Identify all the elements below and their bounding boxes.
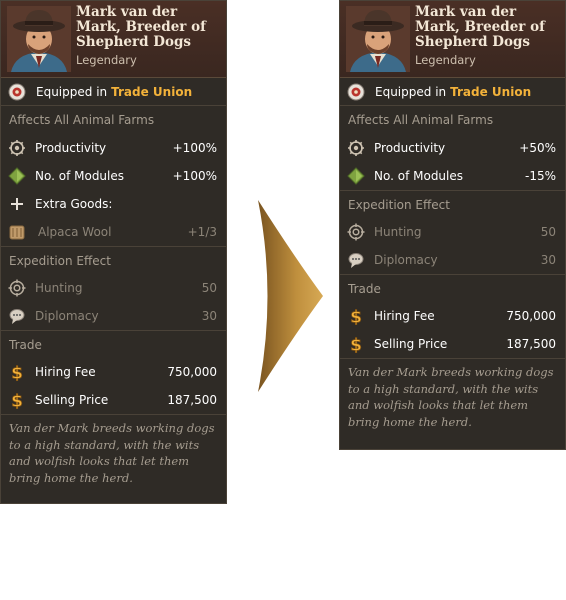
expedition-label: Hunting <box>35 281 83 295</box>
flavor-description: Van der Mark breeds working dogs to a hi… <box>1 414 226 486</box>
diplomacy-icon <box>8 307 26 325</box>
specialist-card-after: Mark van der Mark, Breeder of Shepherd D… <box>339 0 566 450</box>
card-header: Mark van der Mark, Breeder of Shepherd D… <box>1 1 226 78</box>
stat-label: No. of Modules <box>35 169 125 183</box>
equipped-label: Equipped in <box>375 84 447 99</box>
expedition-row-hunting: Hunting 50 <box>1 274 226 302</box>
trade-row-hiring-fee: Hiring Fee 750,000 <box>340 302 565 330</box>
extra-goods-label: Extra Goods: <box>35 197 113 211</box>
equipped-target: Trade Union <box>111 84 193 99</box>
modules-diamond-icon <box>347 167 365 185</box>
extra-good-label: Alpaca Wool <box>38 225 112 239</box>
productivity-gear-icon <box>347 139 365 157</box>
stat-value: +100% <box>172 169 217 183</box>
trade-value: 187,500 <box>506 337 556 351</box>
stat-value: -15% <box>524 169 556 183</box>
specialist-name: Mark van der Mark, Breeder of Shepherd D… <box>415 4 545 50</box>
trade-row-hiring-fee: Hiring Fee 750,000 <box>1 358 226 386</box>
extra-good-value: +1/3 <box>187 225 217 239</box>
dollar-icon <box>8 363 26 381</box>
stat-row-modules: No. of Modules +100% <box>1 162 226 190</box>
equipped-row: Equipped in Trade Union <box>1 78 226 106</box>
portrait-avatar <box>7 6 71 72</box>
dollar-icon <box>347 307 365 325</box>
dollar-icon <box>8 391 26 409</box>
stat-row-productivity: Productivity +100% <box>1 134 226 162</box>
expedition-value: 30 <box>540 253 556 267</box>
alpaca-wool-icon <box>8 223 26 241</box>
trade-label: Hiring Fee <box>374 309 435 323</box>
expedition-value: 50 <box>201 281 217 295</box>
equipped-row: Equipped in Trade Union <box>340 78 565 106</box>
expedition-label: Hunting <box>374 225 422 239</box>
stat-row-productivity: Productivity +50% <box>340 134 565 162</box>
expedition-label: Diplomacy <box>374 253 438 267</box>
expedition-row-diplomacy: Diplomacy 30 <box>1 302 226 330</box>
flavor-description: Van der Mark breeds working dogs to a hi… <box>340 358 565 430</box>
expedition-section-label: Expedition Effect <box>340 190 565 218</box>
expedition-value: 50 <box>540 225 556 239</box>
trade-label: Hiring Fee <box>35 365 96 379</box>
expedition-label: Diplomacy <box>35 309 99 323</box>
dollar-icon <box>347 335 365 353</box>
trade-label: Selling Price <box>35 393 109 407</box>
rarity-label: Legendary <box>415 53 476 67</box>
expedition-row-hunting: Hunting 50 <box>340 218 565 246</box>
trade-value: 750,000 <box>506 309 556 323</box>
trade-union-seal-icon <box>8 83 26 101</box>
affects-section-label: Affects All Animal Farms <box>9 113 155 127</box>
hunting-crosshair-icon <box>347 223 365 241</box>
stat-row-modules: No. of Modules -15% <box>340 162 565 190</box>
specialist-card-before: Mark van der Mark, Breeder of Shepherd D… <box>0 0 227 504</box>
extra-good-item: Alpaca Wool +1/3 <box>1 218 226 246</box>
hunting-crosshair-icon <box>8 279 26 297</box>
trade-section-label: Trade <box>340 274 565 302</box>
affects-section-label: Affects All Animal Farms <box>348 113 494 127</box>
equipped-label: Equipped in <box>36 84 108 99</box>
modules-diamond-icon <box>8 167 26 185</box>
stat-label: Productivity <box>35 141 107 155</box>
trade-value: 187,500 <box>167 393 217 407</box>
trade-row-selling-price: Selling Price 187,500 <box>1 386 226 414</box>
stat-value: +50% <box>519 141 556 155</box>
trade-row-selling-price: Selling Price 187,500 <box>340 330 565 358</box>
card-header: Mark van der Mark, Breeder of Shepherd D… <box>340 1 565 78</box>
stat-label: No. of Modules <box>374 169 464 183</box>
stat-label: Productivity <box>374 141 446 155</box>
stat-value: +100% <box>172 141 217 155</box>
diplomacy-icon <box>347 251 365 269</box>
portrait-avatar <box>346 6 410 72</box>
trade-label: Selling Price <box>374 337 448 351</box>
expedition-section-label: Expedition Effect <box>1 246 226 274</box>
productivity-gear-icon <box>8 139 26 157</box>
rarity-label: Legendary <box>76 53 137 67</box>
transition-arrow-icon <box>258 200 323 392</box>
trade-value: 750,000 <box>167 365 217 379</box>
trade-section-label: Trade <box>1 330 226 358</box>
expedition-value: 30 <box>201 309 217 323</box>
equipped-target: Trade Union <box>450 84 532 99</box>
trade-union-seal-icon <box>347 83 365 101</box>
extra-goods-row: Extra Goods: <box>1 190 226 218</box>
expedition-row-diplomacy: Diplomacy 30 <box>340 246 565 274</box>
plus-icon <box>8 195 26 213</box>
specialist-name: Mark van der Mark, Breeder of Shepherd D… <box>76 4 206 50</box>
